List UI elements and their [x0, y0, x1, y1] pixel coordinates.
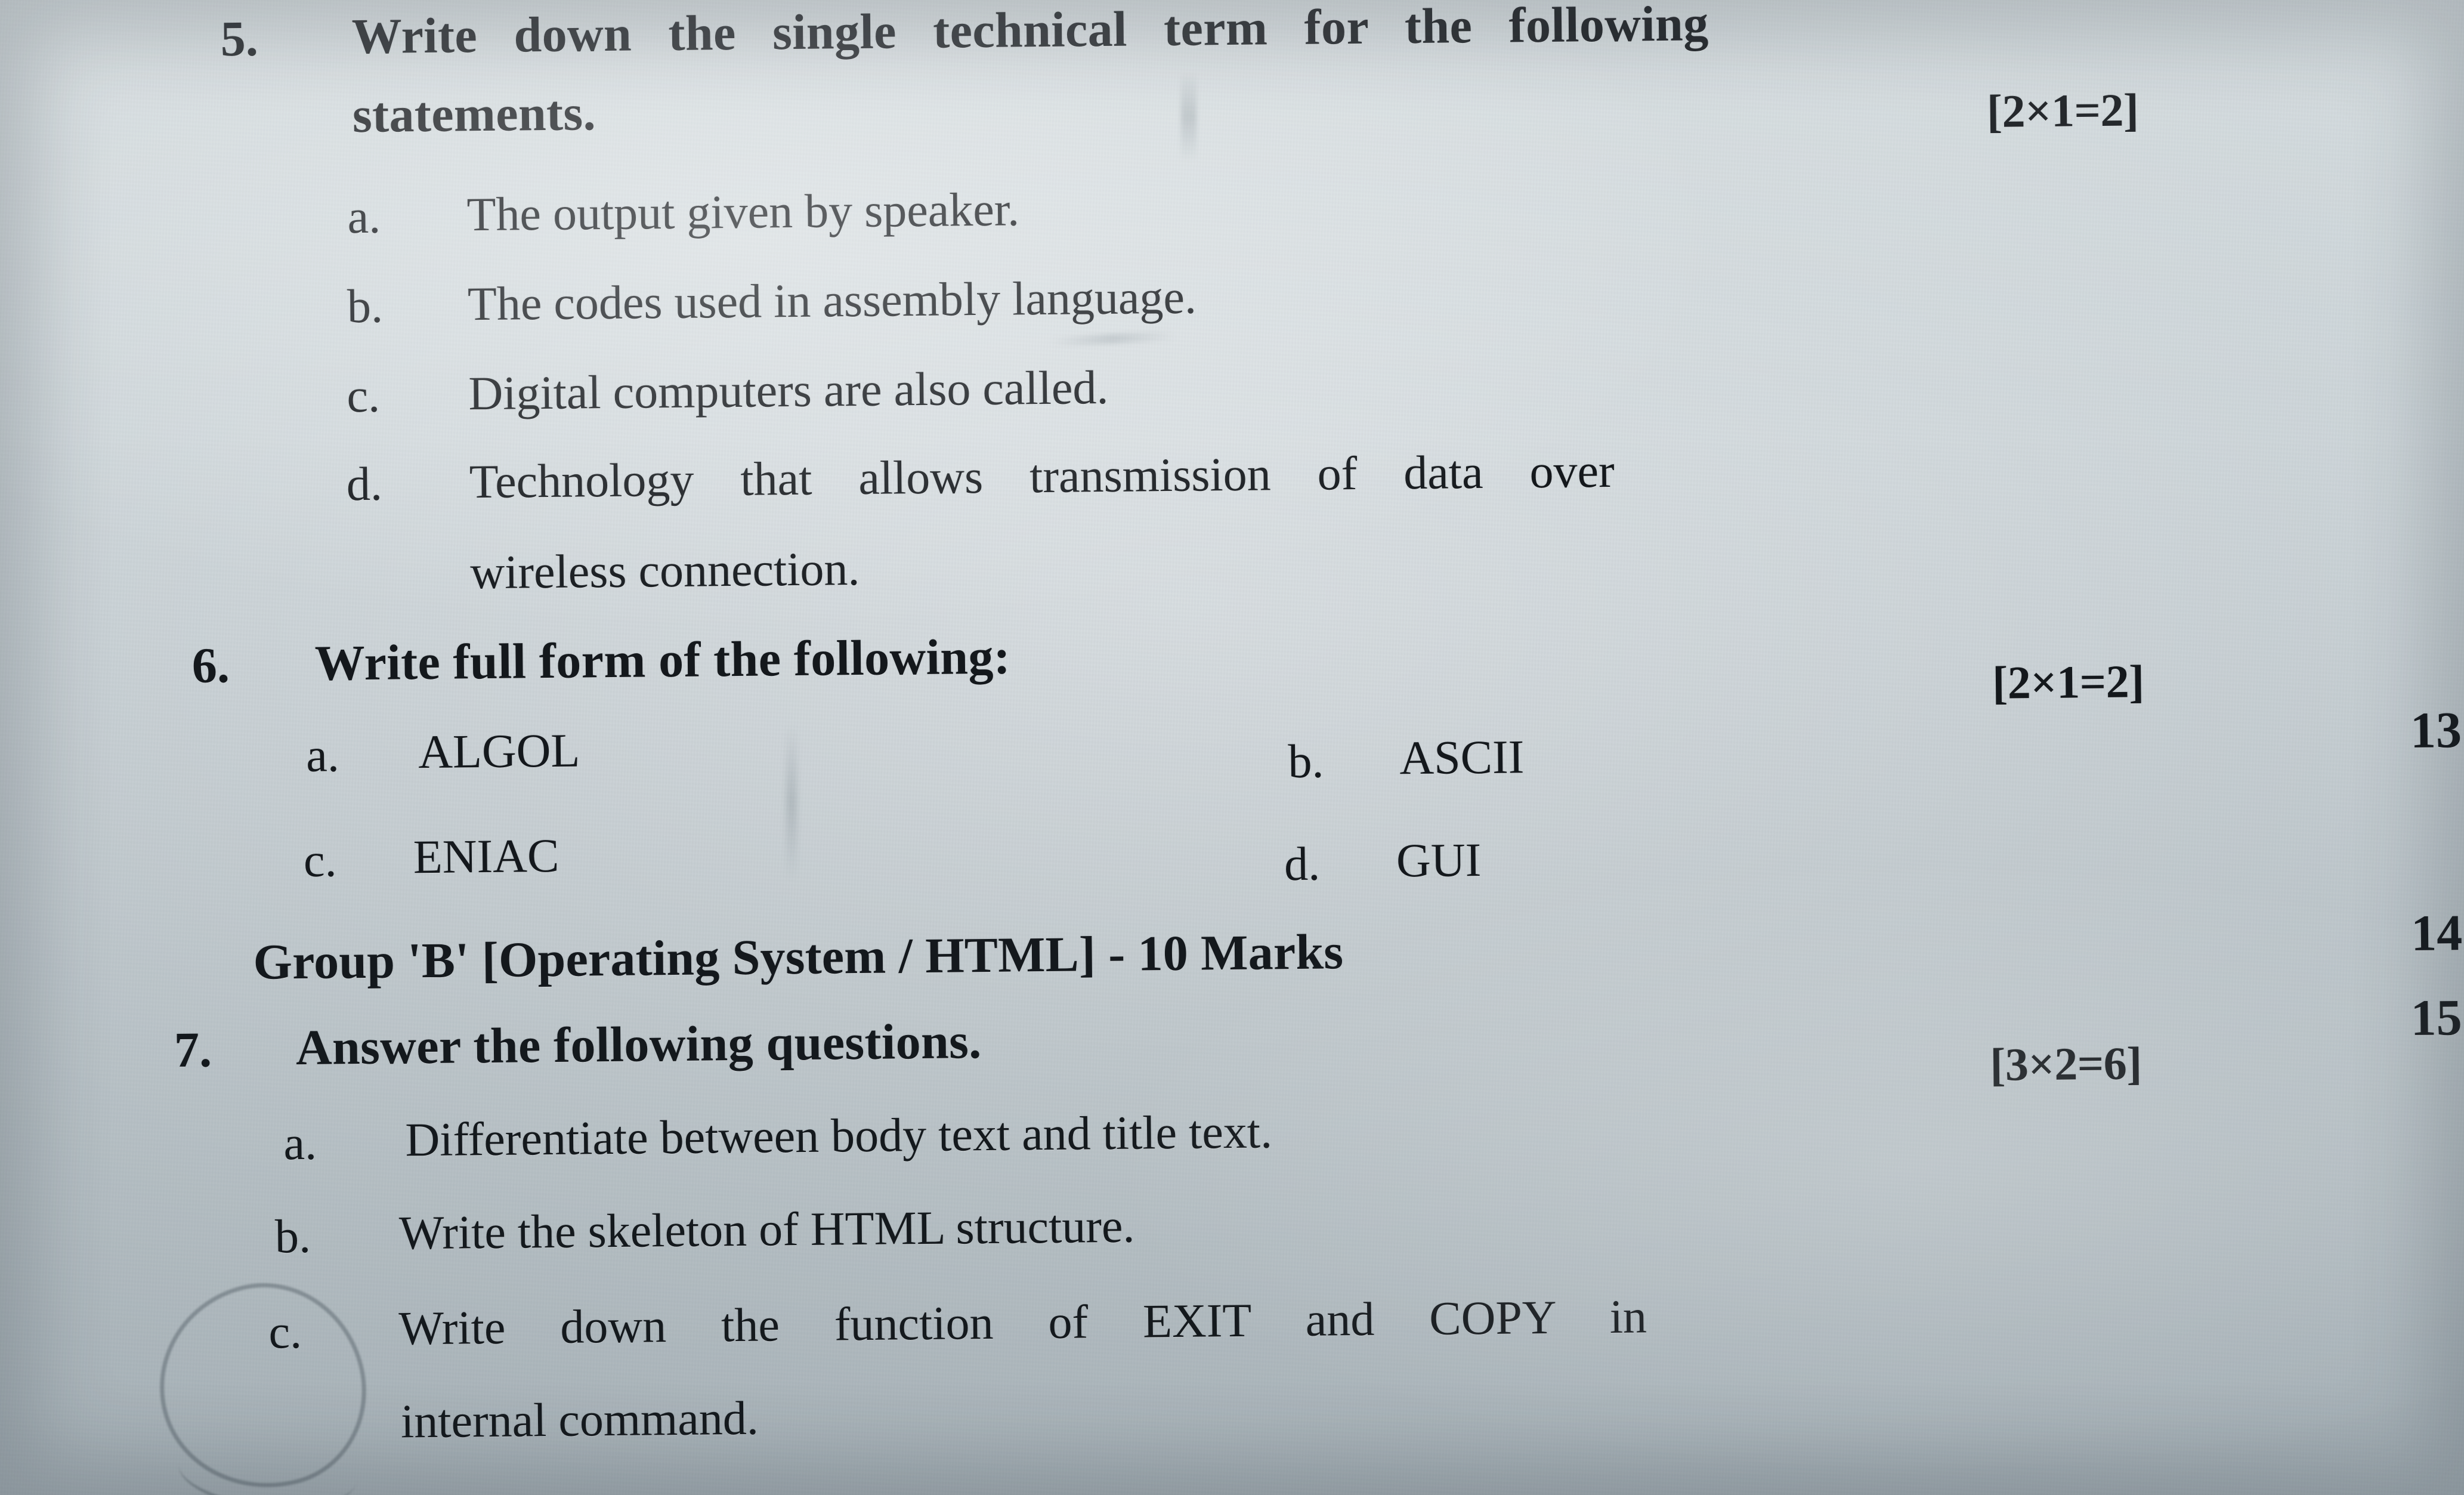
question-5-item-b-label: b. — [347, 280, 384, 333]
question-5-item-b-text: The codes used in assembly language. — [467, 271, 1197, 331]
margin-number-14: 14 — [2410, 904, 2463, 962]
question-5-item-c-label: c. — [347, 369, 381, 423]
group-b-heading: Group 'B' [Operating System / HTML] - 10… — [253, 924, 1344, 990]
question-7-number: 7. — [174, 1022, 212, 1079]
question-5-item-d-text-line-1: Technology that allows transmission of d… — [469, 444, 1615, 509]
question-6-item-a-text: ALGOL — [418, 724, 580, 779]
question-5-marks: [2×1=2] — [1986, 84, 2139, 137]
paper-smudge — [1181, 72, 1197, 161]
question-6-item-b-text: ASCII — [1399, 731, 1525, 785]
question-5-item-d-text-line-2: wireless connection. — [469, 542, 860, 600]
question-6-item-a-label: a. — [305, 729, 340, 782]
question-5-item-a-text: The output given by speaker. — [466, 183, 1020, 242]
exam-paper-photo: 5. Write down the single technical term … — [0, 0, 2464, 1495]
paper-crease — [786, 725, 797, 880]
question-7-item-c-text-line-2: internal command. — [400, 1392, 759, 1448]
question-7-marks: [3×2=6] — [1989, 1037, 2143, 1091]
question-5-item-c-text: Digital computers are also called. — [468, 361, 1109, 421]
question-7-item-b-label: b. — [274, 1210, 311, 1264]
question-7-item-b-text: Write the skeleton of HTML structure. — [398, 1200, 1135, 1260]
question-5-prompt-line-1: Write down the single technical term for… — [351, 0, 1709, 65]
margin-number-15: 15 — [2410, 989, 2463, 1047]
question-5-prompt-line-2: statements. — [352, 85, 596, 144]
question-6-number: 6. — [191, 638, 230, 694]
question-6-prompt: Write full form of the following: — [314, 629, 1011, 691]
question-6-item-d-label: d. — [1284, 838, 1321, 891]
printed-text-layer: 5. Write down the single technical term … — [0, 0, 2464, 1495]
question-7-item-a-label: a. — [283, 1117, 317, 1170]
question-6-item-b-label: b. — [1288, 735, 1324, 789]
question-5-item-d-label: d. — [346, 458, 383, 511]
question-7-item-c-text-line-1: Write down the function of EXIT and COPY… — [398, 1290, 1647, 1355]
margin-number-13: 13 — [2410, 701, 2462, 759]
question-6-item-c-text: ENIAC — [413, 829, 559, 884]
question-5-item-a-label: a. — [347, 190, 381, 244]
question-7-item-a-text: Differentiate between body text and titl… — [405, 1105, 1273, 1167]
question-5-number: 5. — [220, 11, 259, 67]
question-6-item-c-label: c. — [303, 834, 337, 887]
question-6-item-d-text: GUI — [1396, 834, 1482, 888]
question-6-marks: [2×1=2] — [1992, 655, 2144, 709]
question-7-prompt: Answer the following questions. — [295, 1014, 982, 1076]
